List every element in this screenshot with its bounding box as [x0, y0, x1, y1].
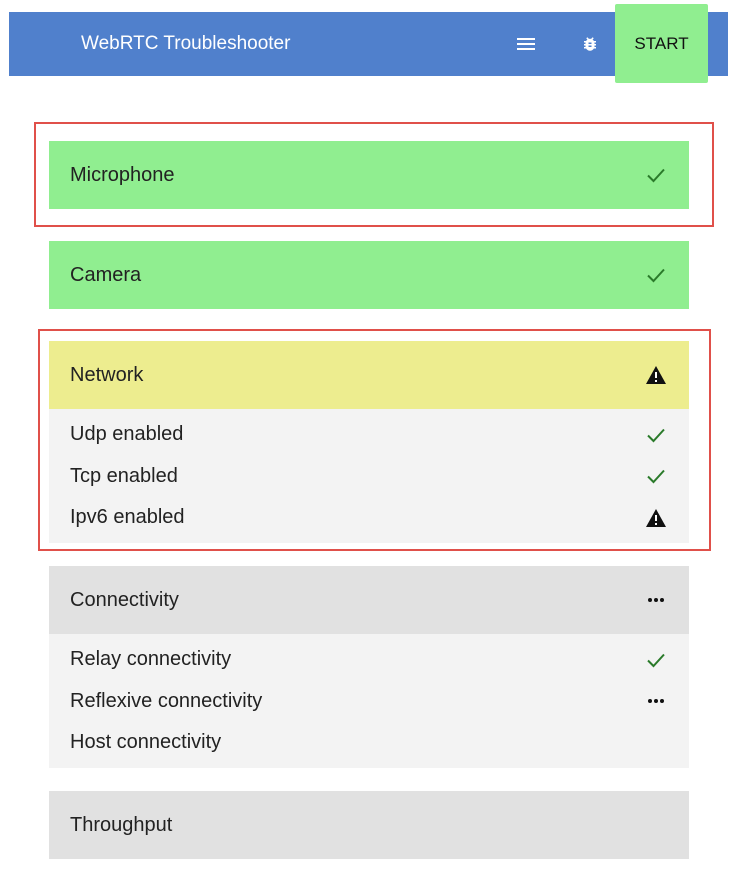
test-header[interactable]: Throughput	[49, 791, 689, 859]
test-throughput[interactable]: Throughput	[49, 791, 689, 859]
more-icon	[645, 690, 667, 712]
test-camera[interactable]: Camera	[49, 241, 689, 309]
start-button[interactable]: START	[615, 4, 708, 83]
subtest-list: Relay connectivity Reflexive connectivit…	[49, 634, 689, 768]
subtest-host: Host connectivity	[49, 722, 689, 764]
app-title: WebRTC Troubleshooter	[81, 33, 291, 54]
subtest-reflexive: Reflexive connectivity	[49, 681, 689, 723]
test-header[interactable]: Camera	[49, 241, 689, 309]
subtest-label: Relay connectivity	[70, 648, 232, 671]
highlight-box-network	[38, 329, 711, 551]
test-connectivity[interactable]: Connectivity Relay connectivity Reflexiv…	[49, 566, 689, 768]
check-icon	[645, 649, 667, 671]
more-icon	[645, 589, 667, 611]
subtest-label: Host connectivity	[70, 731, 222, 754]
menu-icon	[517, 38, 535, 50]
subtest-label: Reflexive connectivity	[70, 689, 263, 712]
test-label: Connectivity	[70, 588, 179, 611]
menu-button[interactable]	[510, 28, 542, 60]
test-label: Throughput	[70, 813, 173, 836]
bug-icon	[584, 37, 596, 51]
bug-report-button[interactable]	[574, 28, 606, 60]
test-header[interactable]: Connectivity	[49, 566, 689, 634]
test-label: Camera	[70, 263, 142, 286]
check-icon	[645, 264, 667, 286]
subtest-relay: Relay connectivity	[49, 639, 689, 681]
highlight-box-microphone	[34, 122, 714, 227]
